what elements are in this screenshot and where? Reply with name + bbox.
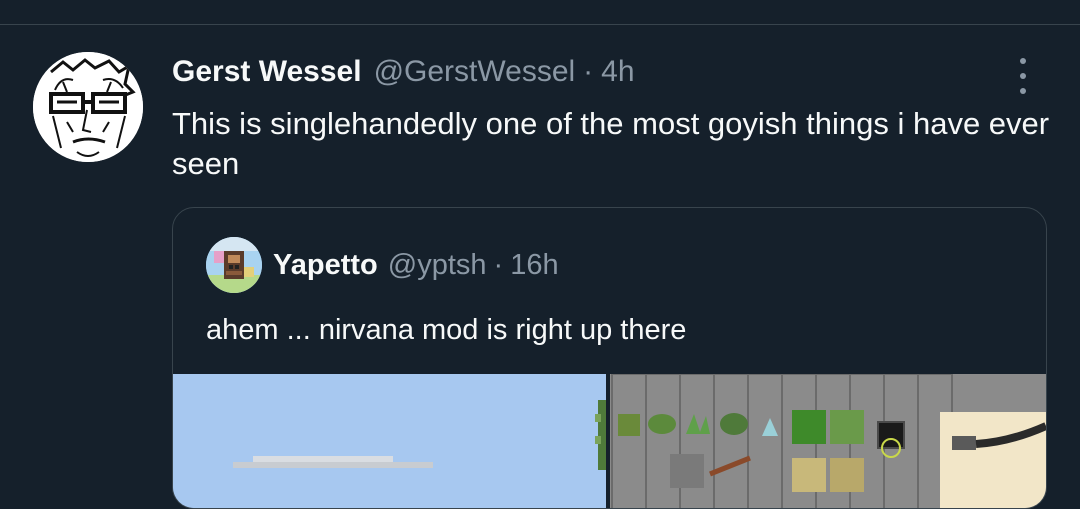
avatar-drawing — [33, 52, 143, 162]
quoted-tweet-text: ahem ... nirvana mod is right up there — [206, 314, 687, 346]
tweet-text: This is singlehandedly one of the most g… — [172, 106, 1050, 181]
author-handle[interactable]: @GerstWessel — [374, 55, 576, 89]
quoted-media-grid — [173, 374, 1046, 508]
more-dot — [1020, 58, 1026, 64]
media-image-inventory[interactable] — [610, 374, 1046, 508]
author-avatar[interactable] — [33, 52, 143, 162]
header-separator: · — [583, 55, 594, 88]
quoted-header-separator: · — [493, 248, 504, 281]
quoted-tweet-timestamp[interactable]: 16h — [510, 249, 558, 282]
more-vertical-icon[interactable] — [1008, 58, 1038, 94]
more-dot — [1020, 88, 1026, 94]
more-dot — [1020, 73, 1026, 79]
inventory-drawing — [610, 374, 1046, 508]
quoted-author-avatar[interactable] — [206, 237, 262, 293]
quoted-avatar-drawing — [206, 237, 262, 293]
media-image-landscape[interactable] — [173, 374, 606, 508]
quoted-tweet-header: Yapetto @yptsh · 16h — [273, 245, 559, 285]
landscape-drawing — [173, 374, 606, 508]
tweet-timestamp[interactable]: 4h — [601, 55, 634, 89]
top-divider — [0, 24, 1080, 25]
author-name[interactable]: Gerst Wessel — [172, 55, 362, 89]
tweet-header: Gerst Wessel @GerstWessel · 4h — [172, 52, 635, 92]
quoted-author-name[interactable]: Yapetto — [273, 249, 378, 282]
quoted-author-handle[interactable]: @yptsh — [388, 249, 487, 282]
